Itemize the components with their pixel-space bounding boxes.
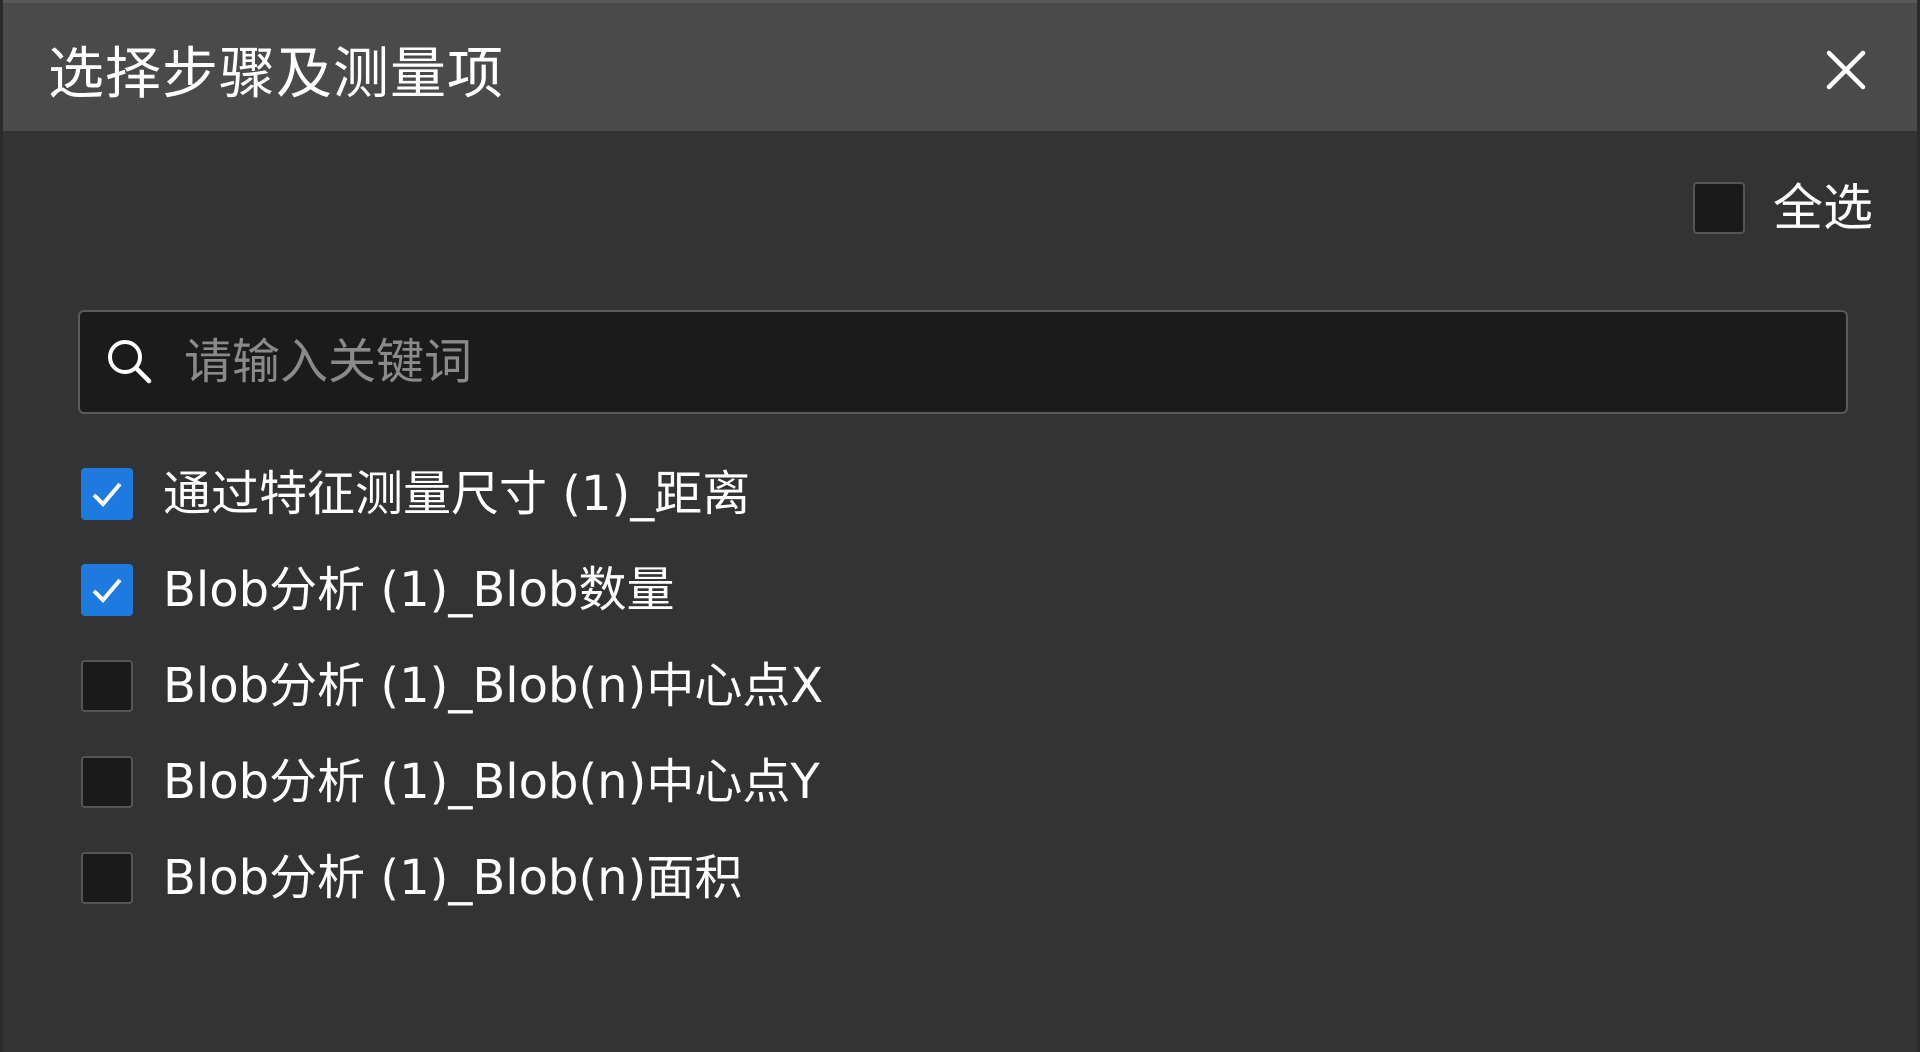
item-checkbox[interactable] — [81, 660, 133, 712]
item-label: 通过特征测量尺寸 (1)_距离 — [163, 466, 751, 522]
dialog-title: 选择步骤及测量项 — [48, 42, 504, 107]
list-item[interactable]: 通过特征测量尺寸 (1)_距离 — [81, 446, 1781, 542]
item-label: Blob分析 (1)_Blob数量 — [163, 562, 675, 618]
item-checkbox[interactable] — [81, 756, 133, 808]
list-item[interactable]: Blob分析 (1)_Blob(n)面积 — [81, 830, 1781, 926]
measurement-list: 通过特征测量尺寸 (1)_距离 Blob分析 (1)_Blob数量 Blob分析… — [81, 446, 1781, 926]
item-checkbox[interactable] — [81, 468, 133, 520]
checkmark-icon — [92, 578, 122, 603]
item-checkbox[interactable] — [81, 564, 133, 616]
item-checkbox[interactable] — [81, 852, 133, 904]
search-icon — [108, 340, 152, 384]
select-all-label: 全选 — [1773, 179, 1873, 237]
close-button[interactable] — [1821, 45, 1871, 95]
checkmark-icon — [92, 482, 122, 507]
select-all-checkbox[interactable] — [1693, 182, 1745, 234]
list-item[interactable]: Blob分析 (1)_Blob(n)中心点X — [81, 638, 1781, 734]
search-box[interactable] — [78, 310, 1848, 414]
dialog-titlebar: 选择步骤及测量项 — [3, 0, 1917, 131]
search-input[interactable] — [182, 321, 1846, 403]
item-label: Blob分析 (1)_Blob(n)中心点Y — [163, 754, 820, 810]
item-label: Blob分析 (1)_Blob(n)中心点X — [163, 658, 824, 714]
measurement-selection-dialog: 选择步骤及测量项 全选 通过特征测 — [3, 0, 1917, 1052]
list-item[interactable]: Blob分析 (1)_Blob数量 — [81, 542, 1781, 638]
list-item[interactable]: Blob分析 (1)_Blob(n)中心点Y — [81, 734, 1781, 830]
close-icon — [1826, 50, 1866, 90]
select-all-control[interactable]: 全选 — [1693, 180, 1873, 236]
item-label: Blob分析 (1)_Blob(n)面积 — [163, 850, 743, 906]
